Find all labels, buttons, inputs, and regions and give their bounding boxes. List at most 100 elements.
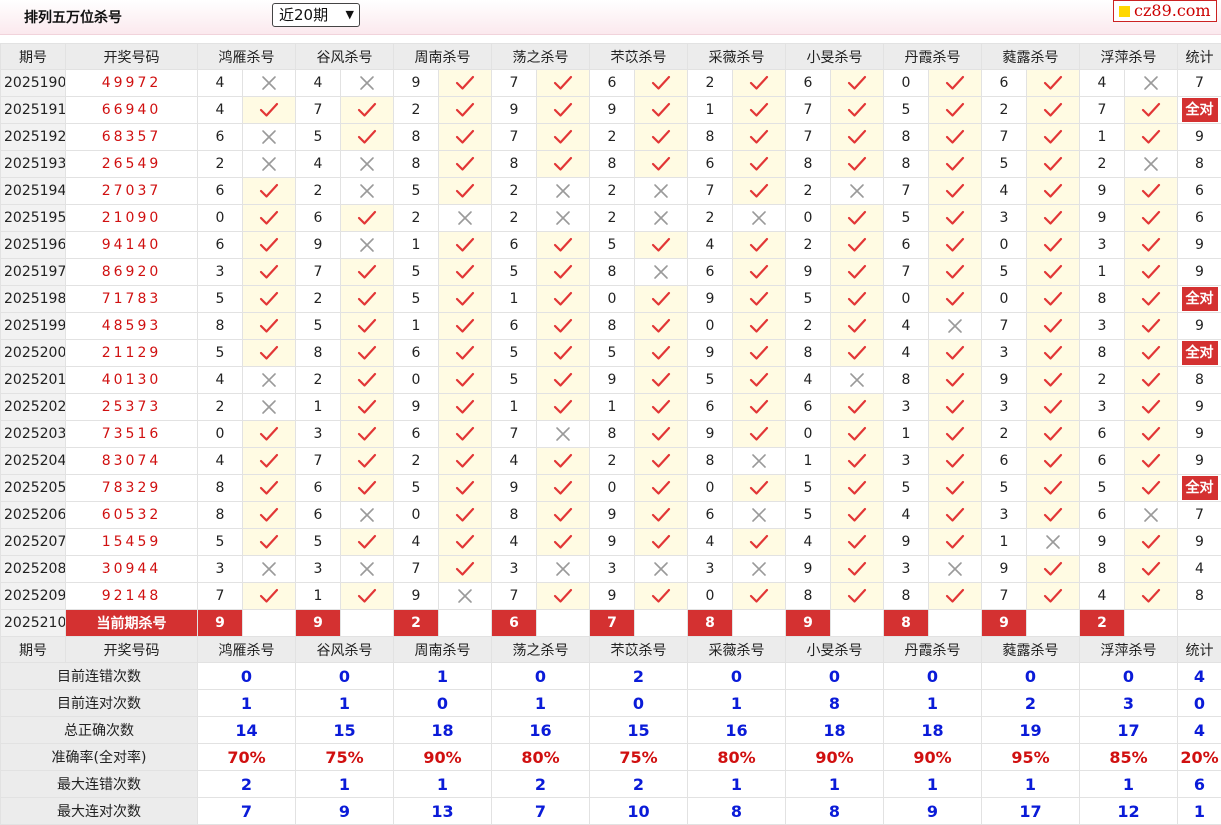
stat-value: 0 [688, 663, 786, 690]
check-icon [749, 156, 769, 172]
stat-value: 1 [688, 771, 786, 798]
check-icon [847, 399, 867, 415]
table-row: 20252037351603678901269 [1, 421, 1221, 448]
check-icon [1043, 480, 1063, 496]
kill-number: 9 [590, 583, 635, 610]
result-correct [1125, 259, 1178, 286]
kill-number: 7 [982, 313, 1027, 340]
table-row: 20252083094433733393984 [1, 556, 1221, 583]
result-correct [243, 259, 296, 286]
stat-value: 9 [884, 798, 982, 825]
check-icon [259, 210, 279, 226]
header-expert: 芣苡杀号 [590, 44, 688, 70]
empty-cell [1125, 610, 1178, 637]
check-icon [455, 561, 475, 577]
table-row: 20251932654924888688528 [1, 151, 1221, 178]
result-correct [831, 340, 884, 367]
result-correct [831, 232, 884, 259]
result-correct [831, 556, 884, 583]
result-wrong [243, 556, 296, 583]
kill-number: 0 [590, 475, 635, 502]
draw-number: 66940 [66, 97, 198, 124]
site-logo[interactable]: cz89.com [1113, 0, 1217, 22]
check-icon [357, 102, 377, 118]
table-row: 20252066053286089654367 [1, 502, 1221, 529]
table-row: 2025198717835251095008全对 [1, 286, 1221, 313]
kill-number: 4 [1080, 583, 1125, 610]
kill-number: 9 [688, 340, 733, 367]
check-icon [1043, 372, 1063, 388]
cross-icon [751, 561, 767, 577]
kill-number: 9 [590, 529, 635, 556]
result-correct [537, 70, 590, 97]
kill-number: 9 [590, 367, 635, 394]
check-icon [945, 372, 965, 388]
result-wrong [341, 151, 394, 178]
check-icon [847, 237, 867, 253]
kill-number: 0 [982, 232, 1027, 259]
stat-value: 1 [786, 771, 884, 798]
result-correct [1125, 97, 1178, 124]
result-correct [537, 259, 590, 286]
stat-value: 18 [394, 717, 492, 744]
kill-number: 9 [296, 232, 341, 259]
check-icon [1043, 507, 1063, 523]
check-icon [553, 534, 573, 550]
check-icon [455, 291, 475, 307]
kill-number: 7 [492, 70, 537, 97]
kill-number: 8 [590, 313, 635, 340]
stat-value: 2 [492, 771, 590, 798]
check-icon [553, 237, 573, 253]
period-range-select[interactable]: 近20期 ▼ [272, 3, 360, 27]
check-icon [553, 291, 573, 307]
result-wrong [1027, 529, 1080, 556]
header-expert: 浮萍杀号 [1080, 637, 1178, 663]
period-cell: 2025208 [1, 556, 66, 583]
result-correct [537, 529, 590, 556]
kill-number: 4 [492, 448, 537, 475]
kill-number: 7 [786, 124, 831, 151]
kill-number: 7 [688, 178, 733, 205]
result-correct [1125, 448, 1178, 475]
stat-cell: 9 [1178, 448, 1221, 475]
check-icon [651, 507, 671, 523]
result-correct [831, 583, 884, 610]
table-row: 20252099214871979088748 [1, 583, 1221, 610]
check-icon [455, 480, 475, 496]
kill-number: 1 [296, 583, 341, 610]
kill-number: 1 [1080, 259, 1125, 286]
stat-total: 4 [1178, 663, 1221, 690]
kill-number: 3 [688, 556, 733, 583]
check-icon [945, 156, 965, 172]
result-correct [929, 232, 982, 259]
stat-cell: 4 [1178, 556, 1221, 583]
result-correct [1027, 232, 1080, 259]
cross-icon [653, 183, 669, 199]
check-icon [259, 264, 279, 280]
header-expert: 蕤露杀号 [982, 637, 1080, 663]
kill-number: 8 [198, 502, 243, 529]
cross-icon [359, 507, 375, 523]
draw-number: 68357 [66, 124, 198, 151]
kill-number: 2 [198, 394, 243, 421]
result-correct [1027, 367, 1080, 394]
stat-cell: 9 [1178, 421, 1221, 448]
kill-number: 3 [982, 205, 1027, 232]
header-expert: 采薇杀号 [688, 44, 786, 70]
check-icon [1141, 345, 1161, 361]
kill-number: 6 [1080, 421, 1125, 448]
result-wrong [439, 583, 492, 610]
kill-number: 2 [296, 286, 341, 313]
kill-number: 7 [492, 583, 537, 610]
cross-icon [457, 588, 473, 604]
check-icon [1043, 102, 1063, 118]
stat-value: 16 [688, 717, 786, 744]
period-range-value: 近20期 [279, 6, 328, 24]
empty-cell [341, 610, 394, 637]
result-correct [733, 151, 786, 178]
header-expert: 荡之杀号 [492, 44, 590, 70]
kill-number: 5 [394, 178, 439, 205]
kill-number: 0 [982, 286, 1027, 313]
kill-number: 8 [492, 151, 537, 178]
header-expert: 小旻杀号 [786, 44, 884, 70]
